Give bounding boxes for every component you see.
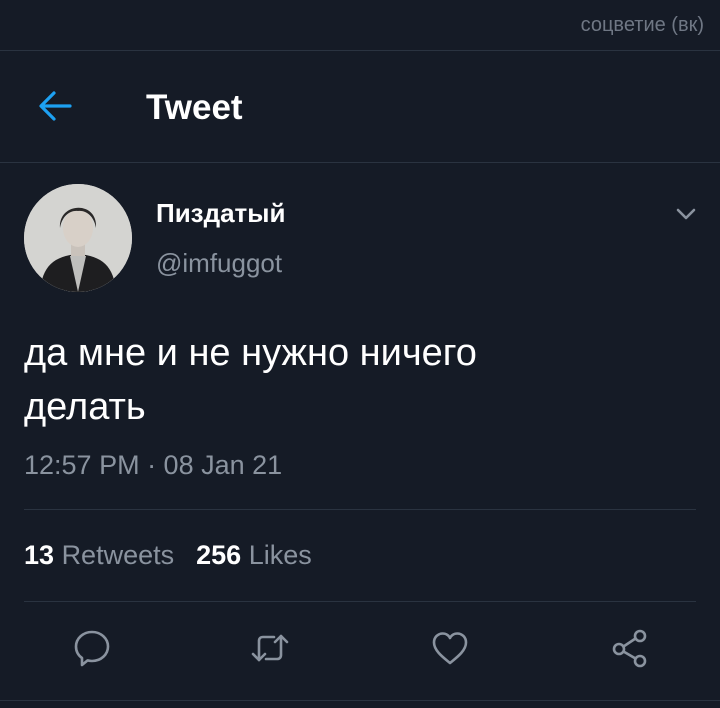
divider-bottom	[0, 700, 720, 701]
share-button[interactable]	[610, 628, 650, 668]
reply-icon	[74, 630, 110, 667]
likes-label: Likes	[248, 540, 312, 570]
avatar-photo	[24, 184, 132, 292]
tweet-text: да мне и не нужно ничего делать	[24, 326, 684, 434]
header-bar: Tweet	[0, 50, 720, 162]
divider-stats-bottom	[24, 601, 696, 602]
watermark: соцветие (вк)	[580, 14, 704, 36]
tweet-options-button[interactable]	[672, 202, 700, 226]
divider-header	[0, 162, 720, 163]
avatar[interactable]	[24, 184, 132, 292]
retweets-label: Retweets	[61, 540, 175, 570]
arrow-left-icon	[39, 91, 72, 121]
retweet-icon	[251, 634, 289, 662]
like-button[interactable]	[430, 628, 470, 668]
retweets-count: 13	[24, 540, 55, 570]
heart-icon	[432, 632, 468, 665]
share-icon	[612, 629, 647, 668]
page-title: Tweet	[146, 88, 243, 127]
tweet-stats: 13 Retweets 256 Likes	[24, 540, 334, 571]
user-handle[interactable]: @imfuggot	[156, 248, 282, 279]
tweet-timestamp: 12:57 PM · 08 Jan 21	[24, 450, 283, 480]
retweets-stat[interactable]: 13 Retweets	[24, 540, 174, 571]
divider-stats-top	[24, 509, 696, 510]
retweet-button[interactable]	[250, 628, 290, 668]
tweet-text-line-1: да мне и не нужно ничего	[24, 332, 477, 374]
reply-button[interactable]	[72, 628, 112, 668]
likes-stat[interactable]: 256 Likes	[196, 540, 312, 571]
likes-count: 256	[196, 540, 242, 570]
tweet-text-line-2: делать	[24, 386, 146, 428]
back-button[interactable]	[36, 88, 76, 124]
display-name[interactable]: Пиздатый	[156, 198, 285, 229]
chevron-down-icon	[676, 208, 696, 220]
